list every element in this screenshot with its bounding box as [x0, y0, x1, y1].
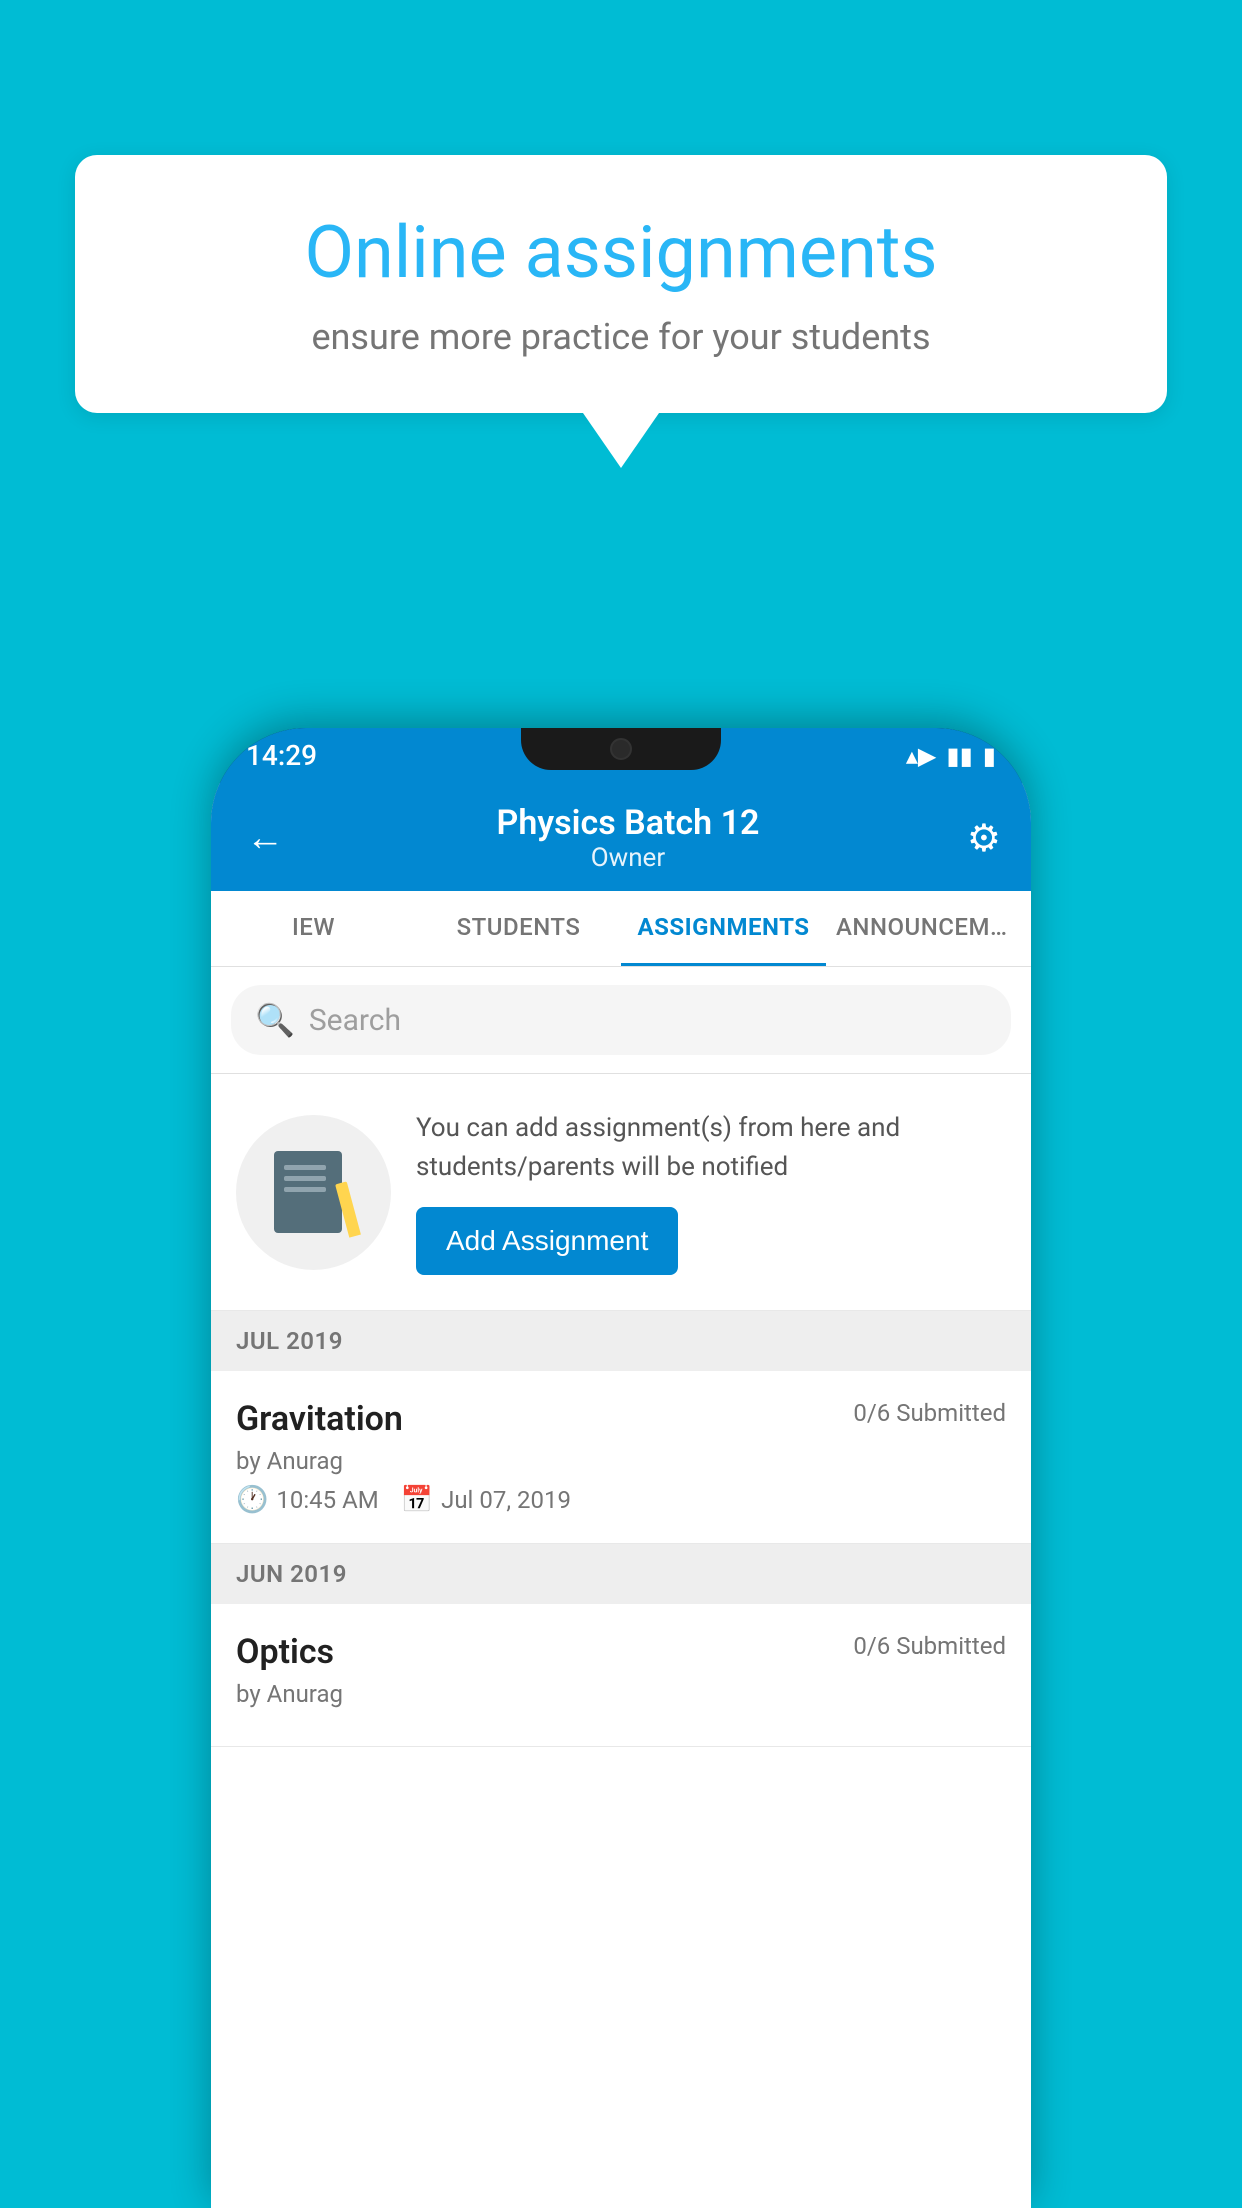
- notebook-lines: [284, 1165, 326, 1198]
- tab-assignments[interactable]: ASSIGNMENTS: [621, 891, 826, 966]
- phone-frame: 14:29 ▴▶ ▮▮ ▮ ← Physics Batch 12 Owner ⚙…: [211, 728, 1031, 2208]
- assignment-time-value: 10:45 AM: [276, 1486, 378, 1514]
- header-title: Physics Batch 12: [497, 803, 760, 843]
- signal-icon: ▮▮: [946, 742, 972, 770]
- search-bar-container: 🔍 Search: [211, 967, 1031, 1074]
- search-input[interactable]: Search: [309, 1003, 401, 1038]
- tabs-bar: IEW STUDENTS ASSIGNMENTS ANNOUNCEMENTS: [211, 891, 1031, 967]
- assignment-by: by Anurag: [236, 1447, 1006, 1475]
- notebook-body: [274, 1151, 342, 1233]
- speech-bubble: Online assignments ensure more practice …: [75, 155, 1167, 413]
- assignment-submitted: 0/6 Submitted: [853, 1399, 1006, 1427]
- tab-iew[interactable]: IEW: [211, 891, 416, 966]
- phone-notch: [521, 728, 721, 770]
- wifi-icon: ▴▶: [906, 742, 937, 770]
- assignment-item-gravitation[interactable]: Gravitation 0/6 Submitted by Anurag 🕐 10…: [211, 1371, 1031, 1544]
- tab-students[interactable]: STUDENTS: [416, 891, 621, 966]
- bubble-title: Online assignments: [135, 210, 1107, 296]
- settings-icon[interactable]: ⚙: [967, 816, 1001, 861]
- app-header: ← Physics Batch 12 Owner ⚙: [211, 783, 1031, 891]
- notebook-line: [284, 1176, 326, 1181]
- assignment-submitted-optics: 0/6 Submitted: [853, 1632, 1006, 1660]
- assignment-date: 📅 Jul 07, 2019: [401, 1485, 571, 1515]
- promo-description: You can add assignment(s) from here and …: [416, 1109, 1006, 1187]
- assignment-item-optics[interactable]: Optics 0/6 Submitted by Anurag: [211, 1604, 1031, 1747]
- search-bar[interactable]: 🔍 Search: [231, 985, 1011, 1055]
- calendar-icon: 📅: [401, 1485, 433, 1515]
- header-subtitle: Owner: [497, 843, 760, 873]
- section-header-jun: JUN 2019: [211, 1544, 1031, 1604]
- speech-bubble-container: Online assignments ensure more practice …: [75, 155, 1167, 468]
- bubble-subtitle: ensure more practice for your students: [135, 316, 1107, 358]
- battery-icon: ▮: [983, 742, 996, 770]
- notebook-icon: [274, 1147, 354, 1237]
- status-icons: ▴▶ ▮▮ ▮: [906, 742, 996, 770]
- back-button[interactable]: ←: [241, 811, 289, 865]
- assignment-meta: 🕐 10:45 AM 📅 Jul 07, 2019: [236, 1485, 1006, 1515]
- section-header-jul: JUL 2019: [211, 1311, 1031, 1371]
- assignment-by-optics: by Anurag: [236, 1680, 1006, 1708]
- search-icon: 🔍: [255, 1001, 295, 1039]
- clock-icon: 🕐: [236, 1485, 268, 1515]
- assignment-time: 🕐 10:45 AM: [236, 1485, 379, 1515]
- assignment-name-optics: Optics: [236, 1632, 334, 1672]
- add-assignment-button[interactable]: Add Assignment: [416, 1207, 678, 1275]
- assignment-item-top-optics: Optics 0/6 Submitted: [236, 1632, 1006, 1672]
- promo-text-section: You can add assignment(s) from here and …: [416, 1109, 1006, 1275]
- promo-icon-circle: [236, 1115, 391, 1270]
- status-time: 14:29: [246, 739, 317, 772]
- header-title-group: Physics Batch 12 Owner: [497, 803, 760, 873]
- assignment-name: Gravitation: [236, 1399, 403, 1439]
- speech-bubble-arrow: [583, 413, 659, 468]
- promo-section: You can add assignment(s) from here and …: [211, 1074, 1031, 1311]
- notebook-line: [284, 1165, 326, 1170]
- assignment-date-value: Jul 07, 2019: [441, 1486, 571, 1514]
- assignment-item-top: Gravitation 0/6 Submitted: [236, 1399, 1006, 1439]
- notebook-line: [284, 1187, 326, 1192]
- tab-announcements[interactable]: ANNOUNCEMENTS: [826, 891, 1031, 966]
- app-content: ← Physics Batch 12 Owner ⚙ IEW STUDENTS …: [211, 783, 1031, 2208]
- notch-camera: [610, 738, 632, 760]
